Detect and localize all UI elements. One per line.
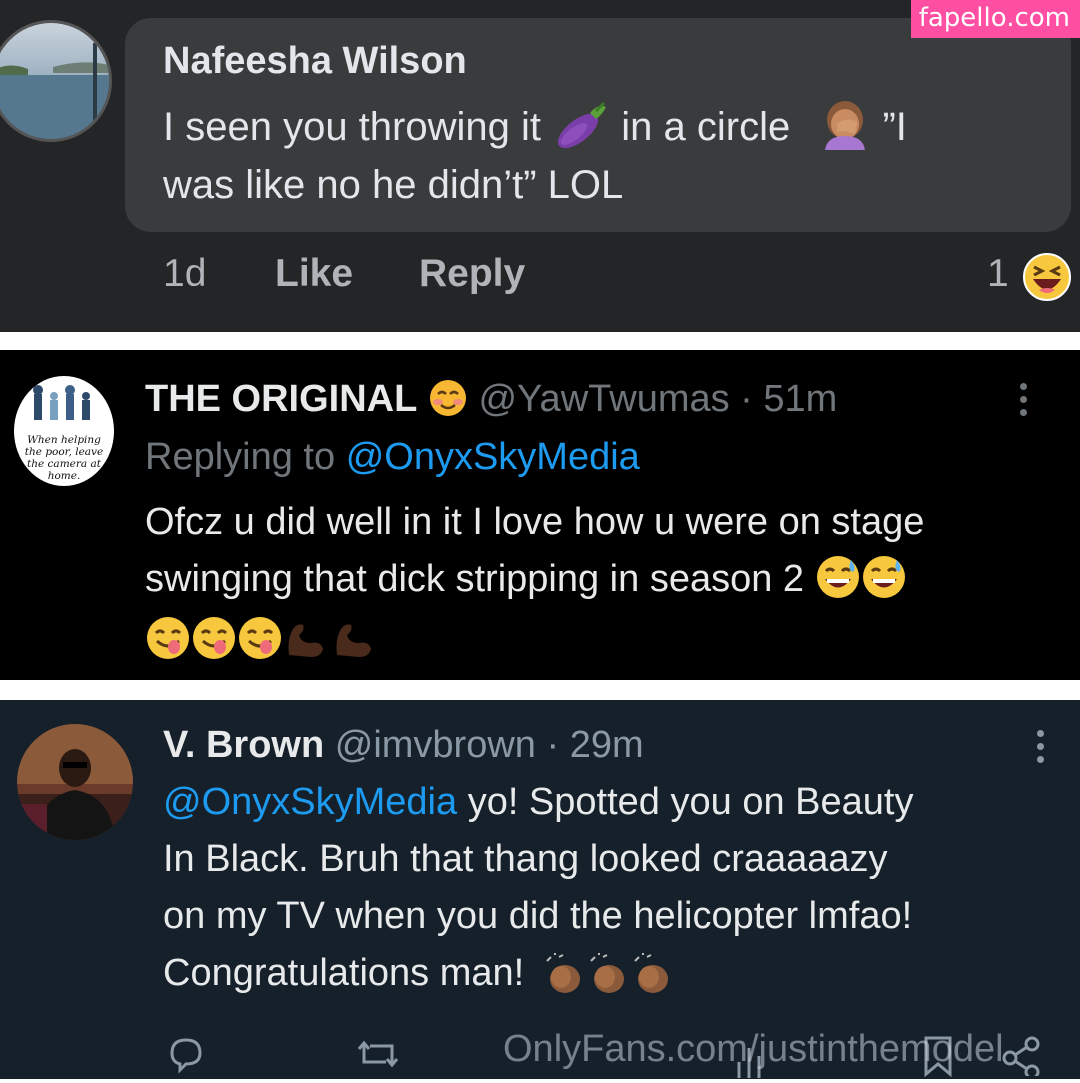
laughing-emoji xyxy=(1022,252,1072,302)
sweat-smile-emoji xyxy=(861,554,907,600)
replying-to-label: Replying to xyxy=(145,436,336,478)
tweet2-more-icon[interactable] xyxy=(1037,730,1045,769)
avatar-caption: When helping the poor, leave the camera … xyxy=(24,434,104,482)
tweet1-header: THE ORIGINAL @YawTwumas · 51m xyxy=(145,378,837,421)
clapping-hands-emoji xyxy=(631,952,675,997)
comment-text-part: in a circle xyxy=(621,105,791,149)
site-watermark: fapello.com xyxy=(910,0,1080,38)
comment-time: 1d xyxy=(163,252,207,295)
tweet-panel-2: V. Brown @imvbrown · 29m @OnyxSkyMedia y… xyxy=(0,700,1080,1079)
yum-emoji xyxy=(237,615,283,661)
tweet2-handle[interactable]: @imvbrown xyxy=(335,724,536,766)
yum-emoji xyxy=(191,615,237,661)
replying-to-handle[interactable]: @OnyxSkyMedia xyxy=(346,436,640,478)
sweat-smile-emoji xyxy=(815,554,861,600)
clapping-hands-emoji xyxy=(543,952,587,997)
retweet-icon[interactable] xyxy=(356,1034,400,1079)
clapping-hands-emoji xyxy=(587,952,631,997)
tweet2-text-line: yo! Spotted you on Beauty xyxy=(467,781,914,823)
reply-icon[interactable] xyxy=(166,1034,206,1079)
flexed-biceps-emoji xyxy=(331,615,379,661)
tweet1-text-line: swinging that dick stripping in season 2 xyxy=(145,558,805,600)
comment-text-part: I seen you throwing it xyxy=(163,105,541,149)
tweet2-time[interactable]: 29m xyxy=(570,724,644,766)
replying-to: Replying to @OnyxSkyMedia xyxy=(145,436,640,479)
facebook-comment-panel: Nafeesha Wilson I seen you throwing it i… xyxy=(0,0,1080,332)
yum-emoji xyxy=(145,615,191,661)
onlyfans-watermark: OnlyFans.com/justinthemodel xyxy=(503,1028,1004,1070)
reaction-count[interactable]: 1 xyxy=(987,252,1009,296)
tweet2-author-name[interactable]: V. Brown xyxy=(163,724,324,766)
tweet2-header: V. Brown @imvbrown · 29m xyxy=(163,724,644,767)
reply-button[interactable]: Reply xyxy=(419,252,525,296)
tweet2-text-line: on my TV when you did the helicopter lmf… xyxy=(163,895,913,937)
separator-dot: · xyxy=(546,724,560,766)
tweet2-text-line: In Black. Bruh that thang looked craaaaa… xyxy=(163,838,888,880)
smiling-blush-emoji xyxy=(428,378,468,418)
commenter-avatar[interactable] xyxy=(0,20,112,142)
separator-dot: · xyxy=(740,378,753,420)
tweet2-text: @OnyxSkyMedia yo! Spotted you on Beauty … xyxy=(163,774,1068,1002)
tweet1-handle[interactable]: @YawTwumas xyxy=(478,378,729,420)
tweet2-avatar[interactable] xyxy=(17,724,133,840)
comment-author[interactable]: Nafeesha Wilson xyxy=(163,40,467,83)
tweet1-text: Ofcz u did well in it I love how u were … xyxy=(145,494,1065,665)
comment-text-part: was like no he didn’t” LOL xyxy=(163,163,624,207)
facepalm-emoji xyxy=(819,100,871,151)
tweet1-time[interactable]: 51m xyxy=(763,378,837,420)
share-icon[interactable] xyxy=(1000,1036,1044,1081)
tweet1-more-icon[interactable] xyxy=(1020,383,1028,422)
tweet1-avatar[interactable]: When helping the poor, leave the camera … xyxy=(14,376,114,486)
comment-text-part: ”I xyxy=(882,105,907,149)
tweet1-author-name[interactable]: THE ORIGINAL xyxy=(145,378,417,420)
like-button[interactable]: Like xyxy=(275,252,353,296)
tweet-panel-1: When helping the poor, leave the camera … xyxy=(0,350,1080,680)
tweet2-text-line: Congratulations man! xyxy=(163,952,525,994)
flexed-biceps-emoji xyxy=(283,615,331,661)
eggplant-emoji xyxy=(552,101,610,149)
tweet2-mention[interactable]: @OnyxSkyMedia xyxy=(163,781,457,823)
comment-text: I seen you throwing it in a circle ”I wa… xyxy=(163,98,1043,214)
tweet1-text-line: Ofcz u did well in it I love how u were … xyxy=(145,501,925,543)
